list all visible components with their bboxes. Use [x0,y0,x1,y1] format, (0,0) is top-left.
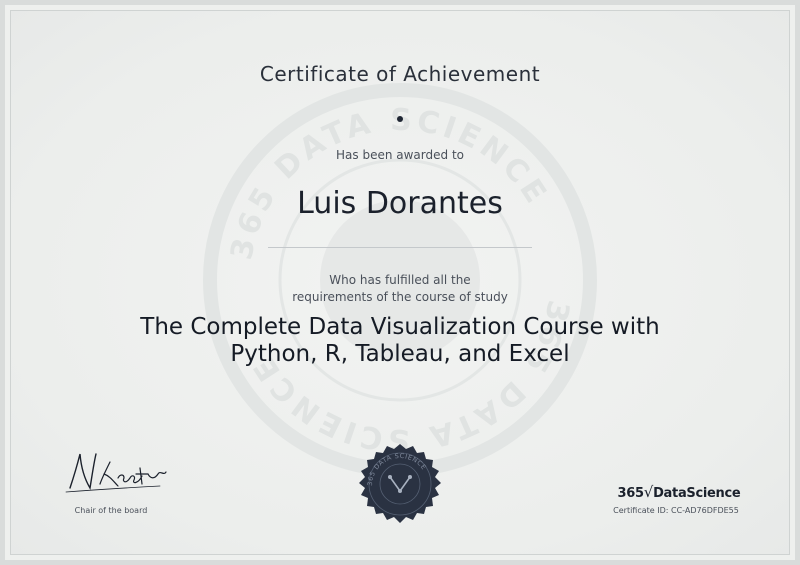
logo-number: 365 [617,486,645,501]
signature-icon [65,453,167,493]
signer-role: Chair of the board [74,506,148,515]
certificate-title: Certificate of Achievement [259,62,541,86]
awarded-label: Has been awarded to [336,148,464,162]
title-dot [397,116,403,122]
seal-badge-icon: 365 DATA SCIENCE [359,444,441,523]
recipient-name: Luis Dorantes [297,186,503,221]
brand-logo: 365√DataScience [604,483,754,501]
fulfilled-line-2: requirements of the course of study [292,290,508,304]
logo-radical-icon: √ [643,483,654,501]
course-title: The Complete Data Visualization Course w… [140,314,660,367]
logo-name: DataScience [653,486,741,501]
fulfilled-line-1: Who has fulfilled all the [329,273,471,287]
fulfilled-text: Who has fulfilled all the requirements o… [0,272,800,306]
name-divider [268,247,532,248]
certificate-id: Certificate ID: CC-AD76DFDE55 [613,506,739,515]
